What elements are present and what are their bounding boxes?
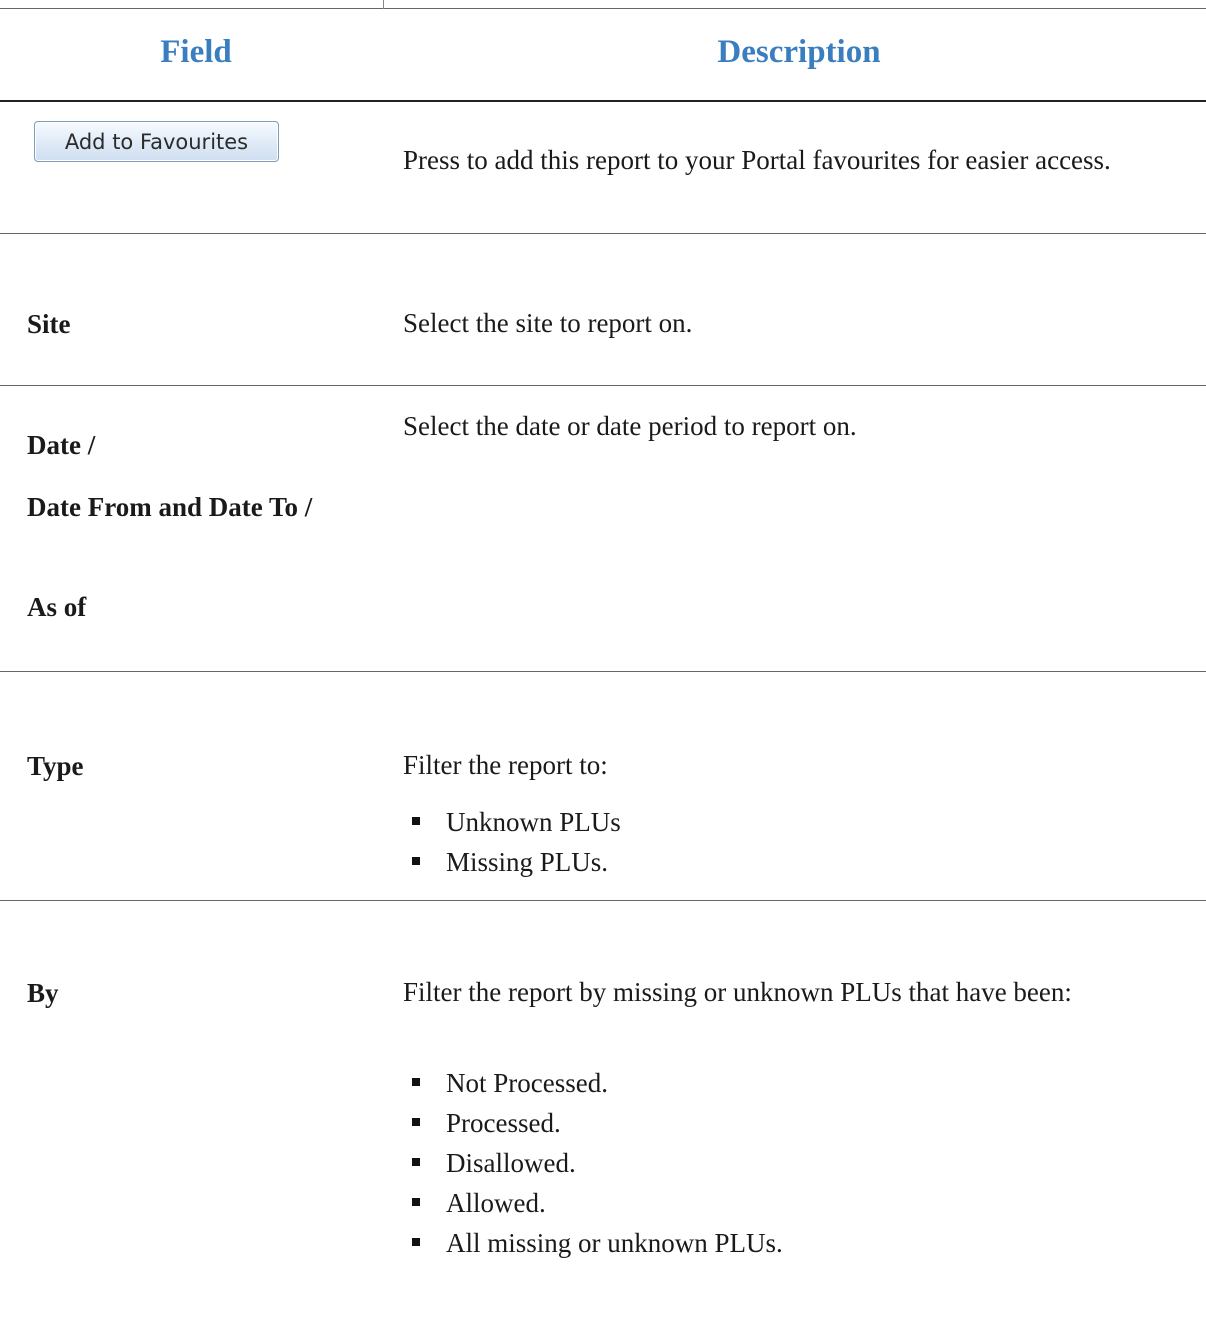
bullet-square-icon (412, 1078, 420, 1086)
list-item: All missing or unknown PLUs. (412, 1223, 783, 1263)
field-label-as-of: As of (27, 592, 87, 622)
row-type-description: Filter the report to: (403, 750, 608, 780)
field-label-date: Date / (27, 430, 96, 460)
field-label-type: Type (27, 751, 84, 781)
type-options-list: Unknown PLUs Missing PLUs. (412, 802, 621, 882)
row-divider (0, 900, 1206, 901)
list-item: Missing PLUs. (412, 842, 621, 882)
header-rule (0, 100, 1206, 102)
bullet-square-icon (412, 1118, 420, 1126)
column-header-field: Field (160, 34, 232, 70)
list-item: Disallowed. (412, 1143, 783, 1183)
list-item: Processed. (412, 1103, 783, 1143)
column-divider-tick (383, 0, 384, 9)
add-to-favourites-button[interactable]: Add to Favourites (34, 121, 279, 162)
row-favourites-description: Press to add this report to your Portal … (403, 145, 1111, 175)
field-label-by: By (27, 978, 59, 1008)
bullet-square-icon (412, 857, 420, 865)
row-divider (0, 233, 1206, 234)
bullet-square-icon (412, 1198, 420, 1206)
row-by-description: Filter the report by missing or unknown … (403, 977, 1072, 1007)
list-item: Not Processed. (412, 1063, 783, 1103)
column-header-description: Description (717, 34, 881, 70)
list-item: Allowed. (412, 1183, 783, 1223)
list-item: Unknown PLUs (412, 802, 621, 842)
bullet-square-icon (412, 1238, 420, 1246)
row-date-description: Select the date or date period to report… (403, 411, 857, 441)
field-label-date-from-to: Date From and Date To / (27, 492, 313, 522)
row-site-description: Select the site to report on. (403, 308, 693, 338)
bullet-square-icon (412, 817, 420, 825)
table-top-rule (0, 8, 1206, 9)
row-divider (0, 385, 1206, 386)
by-options-list: Not Processed. Processed. Disallowed. Al… (412, 1063, 783, 1263)
row-divider (0, 671, 1206, 672)
bullet-square-icon (412, 1158, 420, 1166)
field-label-site: Site (27, 309, 71, 339)
